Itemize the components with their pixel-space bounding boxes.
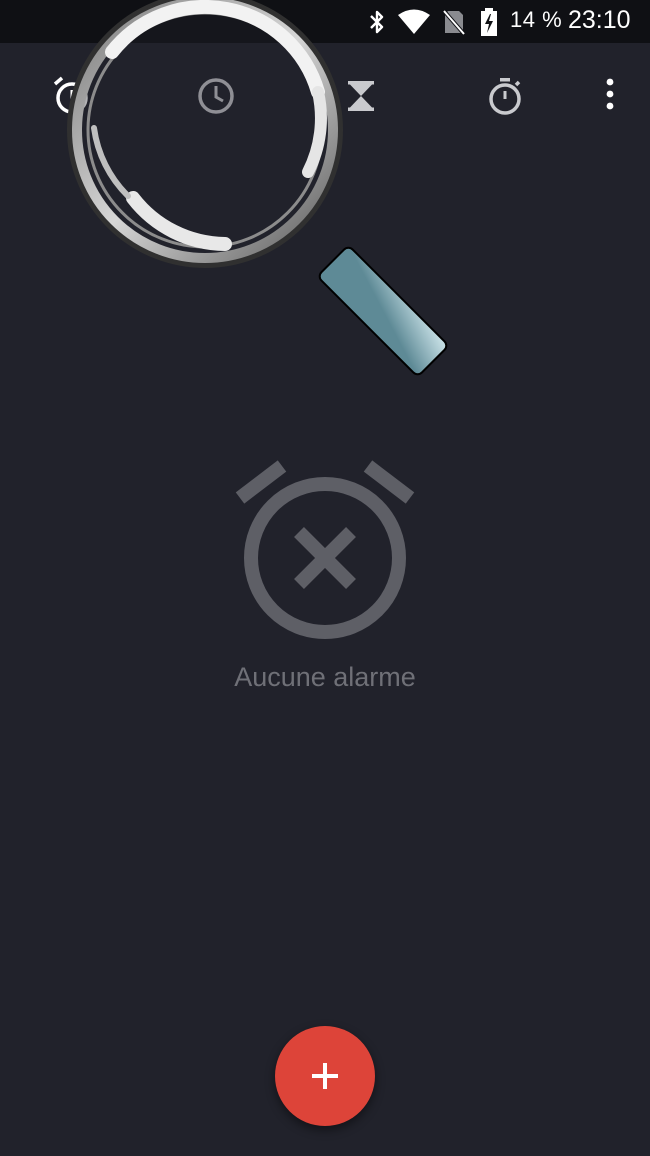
- clock-icon: [198, 78, 234, 114]
- magnifier-overlay-icon: [67, 0, 448, 376]
- tab-timer[interactable]: [333, 68, 389, 124]
- hourglass-icon: [348, 81, 374, 111]
- overflow-menu-button[interactable]: [590, 70, 630, 118]
- battery-charging-icon: [481, 8, 497, 36]
- tab-alarm[interactable]: [44, 68, 100, 124]
- no-sim-icon: [442, 9, 466, 36]
- more-vert-icon: [606, 78, 614, 110]
- alarm-off-icon: [235, 460, 415, 639]
- status-bar: 14 % 23:10: [0, 0, 650, 43]
- add-alarm-button[interactable]: [275, 1026, 375, 1126]
- tab-stopwatch[interactable]: [477, 68, 533, 124]
- tab-clock[interactable]: [188, 68, 244, 124]
- stopwatch-icon: [489, 78, 521, 115]
- empty-state-label: Aucune alarme: [234, 662, 416, 692]
- plus-icon: [312, 1063, 338, 1089]
- status-time: 23:10: [568, 6, 631, 34]
- battery-percent: 14 %: [510, 7, 563, 32]
- bluetooth-icon: [370, 10, 384, 34]
- wifi-icon: [398, 9, 430, 34]
- alarm-icon: [53, 76, 91, 114]
